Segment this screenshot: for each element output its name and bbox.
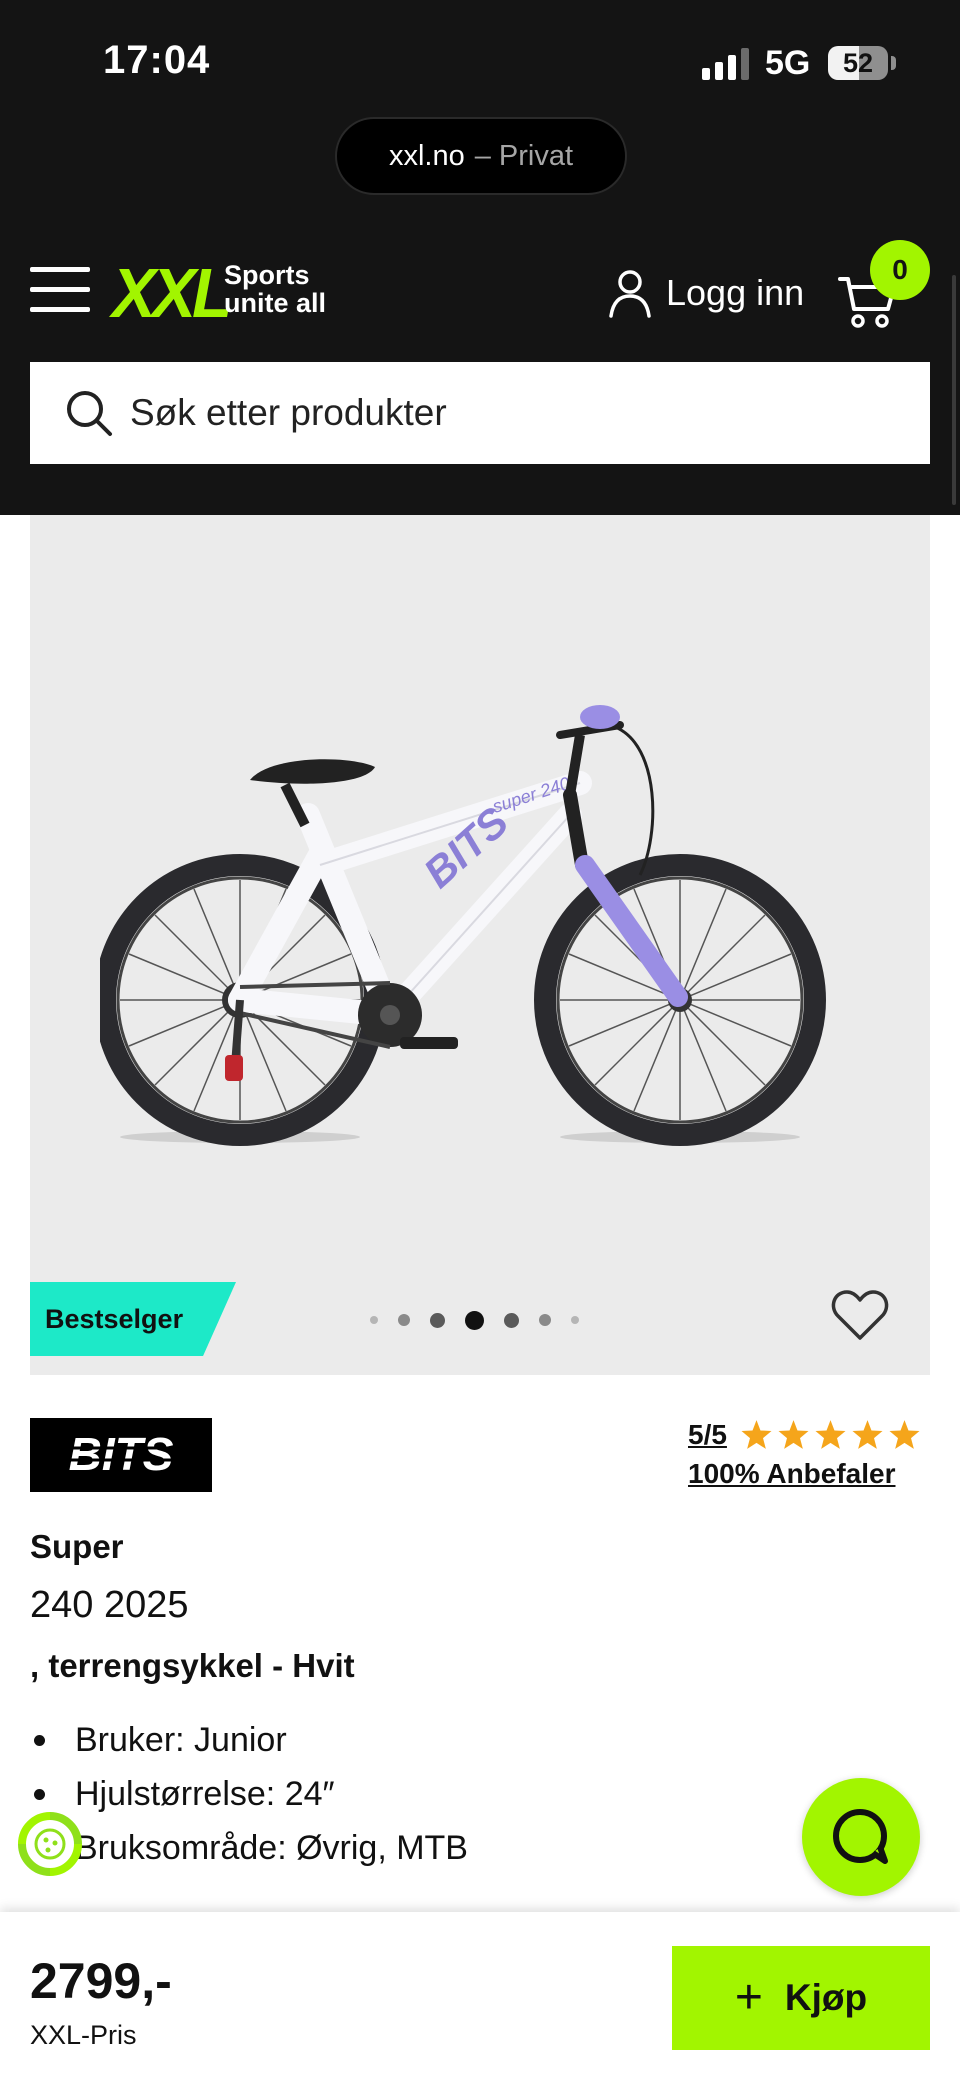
- logo-tagline-line1: Sports: [224, 260, 310, 290]
- brand-logo[interactable]: BITS: [30, 1418, 212, 1492]
- carousel-dots[interactable]: [370, 1310, 599, 1330]
- login-label: Logg inn: [666, 272, 805, 313]
- star-icon: [852, 1420, 883, 1449]
- search-icon: [67, 391, 112, 436]
- menu-icon[interactable]: [30, 267, 90, 313]
- cookie-settings-icon[interactable]: [16, 1810, 84, 1878]
- price-label: XXL-Pris: [30, 2020, 137, 2050]
- star-icon: [815, 1420, 846, 1449]
- xxl-logo[interactable]: XXL Sports unite all: [112, 254, 334, 332]
- scrollbar[interactable]: [952, 275, 956, 505]
- product-title-line1: Super: [30, 1528, 124, 1565]
- spec-item: Hjulstørrelse: 24″: [30, 1772, 468, 1826]
- buy-button-label: Kjøp: [784, 1977, 868, 2018]
- product-title-line3: , terrengsykkel - Hvit: [30, 1647, 355, 1684]
- spec-list: Bruker: Junior Hjulstørrelse: 24″ Brukso…: [30, 1718, 468, 1880]
- chat-button[interactable]: [802, 1778, 920, 1896]
- logo-tagline-line2: unite all: [224, 288, 327, 318]
- rating-score[interactable]: 5/5: [688, 1419, 727, 1451]
- carousel-dot-active[interactable]: [465, 1310, 484, 1330]
- star-icon: [889, 1420, 920, 1449]
- url-pill[interactable]: xxl.no – Privat: [335, 117, 627, 195]
- status-time: 17:04: [103, 38, 211, 82]
- rating-stars: [737, 1418, 922, 1452]
- buy-button[interactable]: + Kjøp: [672, 1946, 930, 2050]
- signal-icon: [702, 48, 752, 80]
- user-icon: [609, 270, 651, 318]
- recommend-percent[interactable]: 100% Anbefaler: [688, 1458, 930, 1490]
- carousel-dot[interactable]: [571, 1316, 579, 1324]
- status-bar: 17:04 5G 52: [0, 0, 960, 115]
- search-input[interactable]: [130, 392, 890, 434]
- logo-text: XXL: [112, 254, 232, 332]
- login-button[interactable]: Logg inn: [608, 263, 804, 323]
- product-image: BITS super 240: [100, 705, 826, 1146]
- plus-icon: +: [734, 1971, 763, 2024]
- star-icon: [741, 1420, 772, 1449]
- carousel-dot[interactable]: [430, 1312, 445, 1328]
- buy-bar: 2799,- XXL-Pris + Kjøp: [0, 1912, 960, 2078]
- carousel-dot[interactable]: [398, 1314, 410, 1326]
- battery-icon: 52: [828, 46, 888, 80]
- carousel-dot[interactable]: [539, 1314, 551, 1326]
- browser-address-row: xxl.no – Privat: [0, 115, 960, 225]
- star-icon: [778, 1420, 809, 1449]
- product-gallery[interactable]: BITS super 240 Bestselger: [30, 515, 930, 1375]
- network-label: 5G: [765, 44, 811, 82]
- spec-item: Bruker: Junior: [30, 1718, 468, 1772]
- product-rating[interactable]: 5/5 100% Anbefaler: [688, 1418, 930, 1490]
- spec-item: Bruksområde: Øvrig, MTB: [30, 1826, 468, 1880]
- battery-tip: [891, 56, 896, 70]
- price: 2799,-: [30, 1953, 172, 2009]
- url-domain: xxl.no: [388, 139, 465, 172]
- heart-icon[interactable]: [830, 1285, 890, 1345]
- search-box[interactable]: [30, 362, 930, 464]
- brand-logo-text: BITS: [69, 1428, 174, 1480]
- logo-tagline: Sports unite all: [224, 261, 326, 317]
- cart-count-badge[interactable]: 0: [870, 240, 930, 300]
- chat-icon: [833, 1809, 888, 1864]
- product-title-line2: 240 2025: [30, 1584, 189, 1626]
- carousel-dot[interactable]: [504, 1312, 519, 1328]
- url-mode: – Privat: [474, 139, 574, 172]
- carousel-dot[interactable]: [370, 1316, 378, 1324]
- site-header: XXL Sports unite all Logg inn 0: [0, 225, 960, 515]
- bestseller-badge: Bestselger: [30, 1282, 236, 1356]
